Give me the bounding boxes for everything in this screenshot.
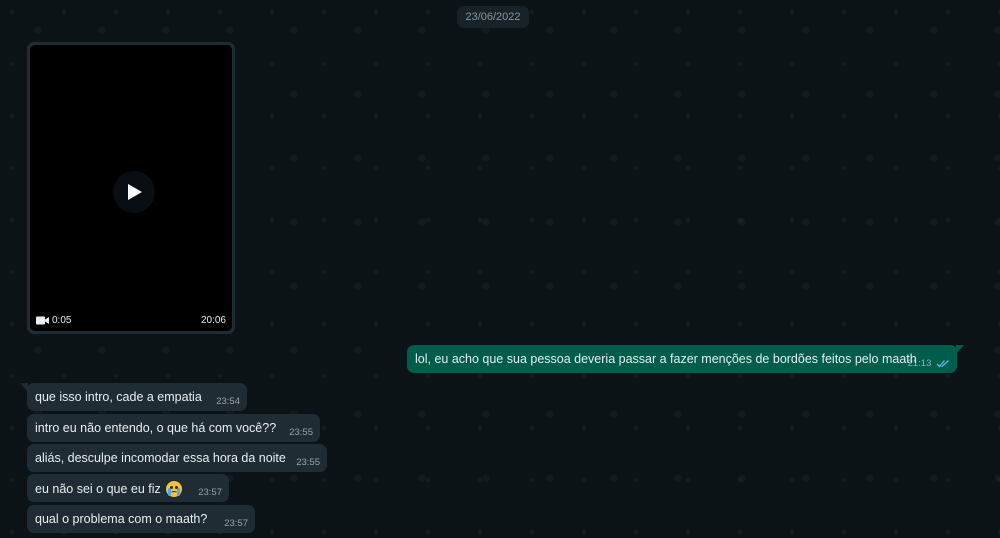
- message-time-label: 21:13: [907, 358, 932, 369]
- loudly-crying-face-emoji: [166, 481, 183, 497]
- double-check-icon: [936, 360, 949, 368]
- incoming-message[interactable]: eu não sei o que eu fiz 23:57: [27, 474, 229, 502]
- incoming-message[interactable]: qual o problema com o maath? 23:57: [27, 505, 255, 533]
- message-time: 23:55: [296, 457, 320, 468]
- video-camera-icon: [36, 316, 49, 324]
- message-text-label: eu não sei o que eu fiz: [35, 482, 161, 496]
- date-separator: 23/06/2022: [457, 6, 529, 28]
- video-timestamp: 20:06: [200, 314, 226, 326]
- message-time: 23:57: [224, 518, 248, 529]
- message-text: aliás, desculpe incomodar essa hora da n…: [35, 451, 286, 465]
- video-thumbnail[interactable]: 0:05 20:06: [30, 45, 232, 331]
- message-text: que isso intro, cade a empatia: [35, 390, 202, 404]
- video-duration: 0:05: [52, 314, 72, 326]
- message-time: 23:55: [289, 427, 313, 438]
- bubble-tail: [20, 383, 28, 392]
- message-text: eu não sei o que eu fiz: [35, 481, 183, 497]
- bubble-tail: [956, 345, 964, 354]
- message-text: intro eu não entendo, o que há com você?…: [35, 421, 277, 435]
- message-time: 23:54: [216, 396, 240, 407]
- play-button[interactable]: [113, 171, 155, 213]
- incoming-message[interactable]: aliás, desculpe incomodar essa hora da n…: [27, 444, 327, 472]
- message-text: qual o problema com o maath?: [35, 512, 208, 526]
- incoming-message[interactable]: que isso intro, cade a empatia 23:54: [20, 383, 247, 411]
- play-icon: [128, 184, 142, 200]
- outgoing-message[interactable]: lol, eu acho que sua pessoa deveria pass…: [407, 345, 964, 373]
- message-time: 21:13: [908, 358, 950, 369]
- message-time: 23:57: [198, 487, 222, 498]
- message-text: lol, eu acho que sua pessoa deveria pass…: [415, 352, 917, 366]
- video-message[interactable]: 0:05 20:06: [27, 42, 235, 334]
- incoming-message[interactable]: intro eu não entendo, o que há com você?…: [27, 414, 320, 442]
- video-footer: 0:05 20:06: [36, 313, 226, 327]
